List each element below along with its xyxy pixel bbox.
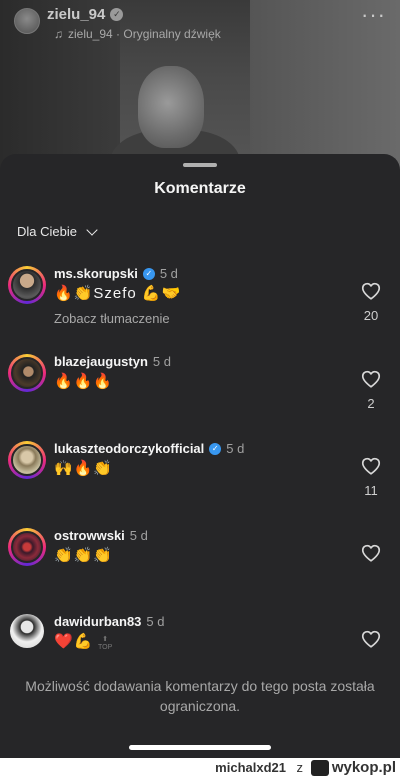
comment-username[interactable]: dawidurban83	[54, 614, 141, 629]
comment-time: 5 d	[146, 614, 165, 629]
watermark-site: wykop.pl	[331, 759, 396, 776]
comment-username[interactable]: blazejaugustyn	[54, 354, 148, 369]
avatar[interactable]	[8, 354, 46, 392]
comment-header: ostrowwski 5 d	[54, 528, 148, 543]
avatar-dawidurban83[interactable]	[10, 614, 44, 648]
comment-text: ❤️💪	[54, 633, 94, 650]
comment-username[interactable]: ostrowwski	[54, 528, 125, 543]
avatar-lukaszteodorczykofficial	[11, 444, 43, 476]
comment-username[interactable]: lukaszteodorczykofficial	[54, 441, 204, 456]
heart-icon[interactable]	[360, 280, 382, 302]
comment-text: 👏👏👏	[54, 547, 114, 564]
top-arrow-icon: ⬆ TOP	[98, 636, 113, 651]
verified-icon: ✓	[142, 267, 155, 280]
avatar-ostrowwski	[11, 531, 43, 563]
sort-dropdown[interactable]: Dla Ciebie	[17, 223, 98, 239]
music-icon: ♫	[54, 27, 63, 41]
comment-item: lukaszteodorczykofficial ✓ 5 d 🙌🔥👏 11	[0, 441, 400, 521]
video-person-head	[138, 66, 204, 148]
sheet-drag-handle[interactable]	[183, 163, 217, 167]
reel-author-row[interactable]: zielu_94 ✓	[47, 6, 124, 23]
home-indicator[interactable]	[129, 745, 271, 750]
comment-text: 🔥🔥🔥	[54, 373, 114, 390]
sheet-title: Komentarze	[154, 180, 246, 197]
heart-icon[interactable]	[360, 368, 382, 390]
watermark-z: z	[296, 760, 304, 775]
comment-item: ostrowwski 5 d 👏👏👏	[0, 528, 400, 608]
avatar-blazejaugustyn	[11, 357, 43, 389]
comments-sheet: Komentarze Dla Ciebie ms.skorupski ✓ 5 d…	[0, 154, 400, 779]
heart-icon[interactable]	[360, 628, 382, 650]
comment-time: 5 d	[226, 441, 245, 456]
watermark-logo: wykop.pl	[310, 759, 396, 776]
wykop-logo-icon	[310, 759, 329, 776]
comments-restricted-notice: Możliwość dodawania komentarzy do tego p…	[25, 678, 375, 714]
comment-time: 5 d	[159, 266, 178, 281]
avatar[interactable]	[8, 441, 46, 479]
like-count: 20	[363, 308, 379, 323]
watermark-user: michalxd21	[215, 760, 286, 775]
reel-audio-label[interactable]: zielu_94 · Oryginalny dźwięk	[68, 27, 221, 41]
watermark-strip: michalxd21 z wykop.pl	[0, 758, 400, 779]
reel-header: zielu_94 ✓ ♫ zielu_94 · Oryginalny dźwię…	[0, 0, 400, 50]
reel-author-username[interactable]: zielu_94	[47, 6, 105, 23]
comment-text: 🔥👏Szefo 💪🤝	[54, 285, 182, 302]
reel-author-avatar[interactable]	[14, 8, 40, 34]
reel-audio-row[interactable]: ♫ zielu_94 · Oryginalny dźwięk	[54, 27, 221, 41]
comment-header: dawidurban83 5 d	[54, 614, 165, 629]
comment-time: 5 d	[152, 354, 171, 369]
comment-header: blazejaugustyn 5 d	[54, 354, 171, 369]
heart-icon[interactable]	[360, 542, 382, 564]
like-count: 11	[364, 483, 378, 498]
more-icon[interactable]: ···	[361, 4, 386, 26]
verified-icon: ✓	[110, 8, 124, 21]
comment-header: lukaszteodorczykofficial ✓ 5 d	[54, 441, 244, 456]
chevron-down-icon	[86, 223, 98, 236]
avatar-ms-skorupski	[11, 269, 43, 301]
comment-text: 🙌🔥👏	[54, 460, 114, 477]
sort-label: Dla Ciebie	[17, 224, 77, 239]
comment-item: ms.skorupski ✓ 5 d 🔥👏Szefo 💪🤝 Zobacz tłu…	[0, 266, 400, 346]
comment-item: blazejaugustyn 5 d 🔥🔥🔥 2	[0, 354, 400, 434]
like-count: 2	[367, 396, 375, 411]
avatar[interactable]	[8, 528, 46, 566]
comment-time: 5 d	[129, 528, 148, 543]
comment-username[interactable]: ms.skorupski	[54, 266, 138, 281]
comment-header: ms.skorupski ✓ 5 d	[54, 266, 178, 281]
top-label: TOP	[98, 644, 113, 651]
translate-link[interactable]: Zobacz tłumaczenie	[54, 311, 170, 326]
heart-icon[interactable]	[360, 455, 382, 477]
verified-icon: ✓	[209, 442, 222, 455]
avatar[interactable]	[8, 266, 46, 304]
